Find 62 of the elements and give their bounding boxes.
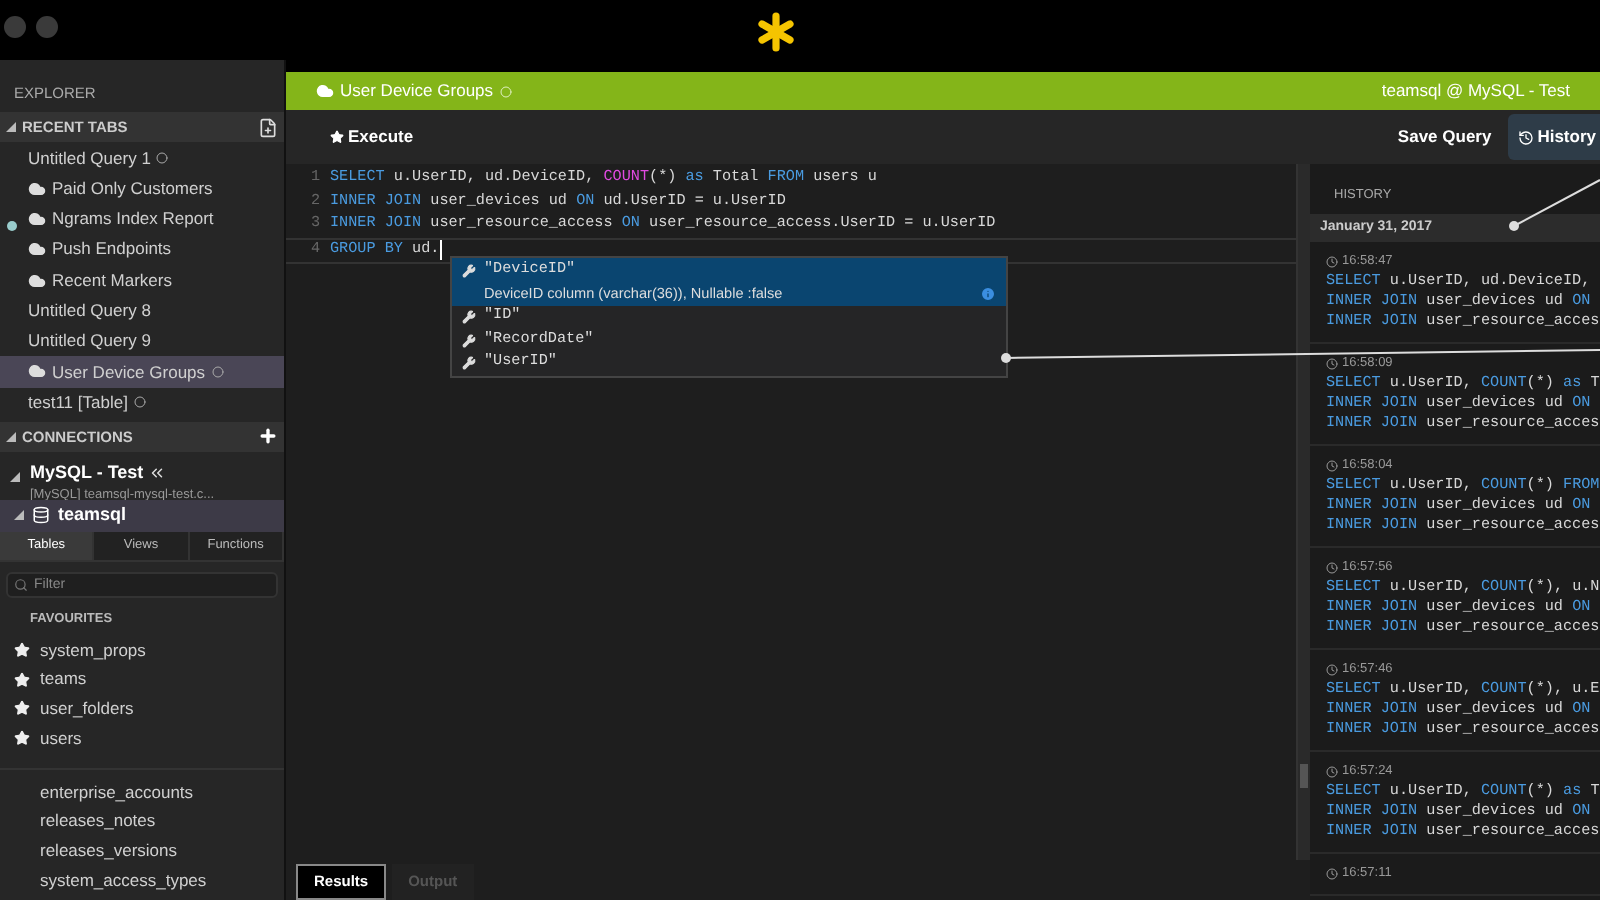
recent-tab-item[interactable]: Ngrams Index Report	[0, 203, 284, 235]
recent-tab-label: Untitled Query 9	[28, 328, 151, 355]
save-query-button[interactable]: Save Query	[1397, 124, 1492, 150]
scrollbar[interactable]	[1296, 164, 1310, 860]
table-name[interactable]: user_folders	[40, 696, 134, 722]
table-name[interactable]: enterprise_accounts	[40, 780, 194, 806]
wrench-icon	[462, 356, 476, 371]
recent-tab-item[interactable]: Untitled Query 1	[0, 142, 284, 174]
search-icon	[14, 577, 28, 592]
asterisk-logo-icon	[756, 12, 796, 52]
execute-button[interactable]: Execute	[330, 124, 414, 150]
database-name: teamsql	[58, 502, 127, 529]
table-name[interactable]: system_access_types	[40, 867, 207, 894]
recent-tab-item[interactable]: Paid Only Customers	[0, 173, 284, 204]
recent-tab-item[interactable]: Untitled Query 8	[0, 295, 284, 327]
cloud-icon	[316, 82, 334, 100]
recent-tab-label: User Device Groups	[52, 359, 206, 385]
info-icon[interactable]	[980, 285, 996, 302]
text-cursor	[439, 240, 442, 261]
history-button[interactable]: History	[1507, 114, 1600, 160]
new-tab-icon[interactable]	[258, 117, 278, 138]
table-name[interactable]: releases_notes	[40, 808, 156, 835]
table-name[interactable]: teams	[40, 666, 87, 693]
clock-icon	[1326, 663, 1338, 676]
recent-tab-label: Ngrams Index Report	[52, 206, 214, 232]
leader-line	[1509, 179, 1600, 231]
wrench-icon	[462, 333, 476, 348]
connection-name[interactable]: MySQL - Test	[30, 459, 144, 487]
clock-icon	[1326, 867, 1338, 880]
recent-tab-item[interactable]: Untitled Query 9	[0, 326, 284, 357]
recent-tab-label: Paid Only Customers	[52, 175, 213, 202]
database-row[interactable]: teamsql	[0, 499, 284, 532]
connection-label: teamsql @ MySQL - Test	[1381, 78, 1570, 104]
collapse-icon[interactable]	[147, 464, 166, 483]
wrench-icon	[462, 310, 476, 325]
table-name[interactable]: system_props	[40, 637, 146, 663]
recent-tab-item[interactable]: Push Endpoints	[0, 234, 284, 265]
annotation-dot	[7, 221, 17, 231]
recent-tab-label: test11 [Table]	[28, 389, 128, 416]
recent-tab-item[interactable]: User Device Groups	[0, 356, 284, 388]
clock-icon	[1326, 255, 1338, 268]
clock-icon	[1326, 765, 1338, 778]
expand-triangle-icon[interactable]	[6, 122, 16, 133]
add-icon[interactable]	[258, 426, 278, 447]
clock-icon	[1326, 459, 1338, 472]
recent-tab-label: Push Endpoints	[52, 236, 172, 263]
star-icon	[330, 130, 344, 144]
table-name[interactable]: releases_versions	[40, 838, 178, 864]
recent-tab-label: Untitled Query 8	[28, 298, 151, 324]
history-icon	[1517, 129, 1534, 145]
wrench-icon	[462, 263, 476, 278]
clock-icon	[1326, 561, 1338, 574]
recent-tab-item[interactable]: Recent Markers	[0, 264, 284, 296]
table-name[interactable]: users	[40, 725, 82, 751]
recent-tab-label: Recent Markers	[52, 267, 172, 293]
recent-tab-label: Untitled Query 1	[28, 145, 151, 171]
recent-tab-item[interactable]: test11 [Table]	[0, 387, 284, 418]
database-icon	[32, 506, 50, 525]
expand-triangle-icon[interactable]	[6, 431, 16, 442]
clock-icon	[1326, 357, 1338, 370]
expand-triangle-icon[interactable]	[14, 510, 24, 521]
expand-triangle-icon[interactable]	[10, 471, 20, 482]
